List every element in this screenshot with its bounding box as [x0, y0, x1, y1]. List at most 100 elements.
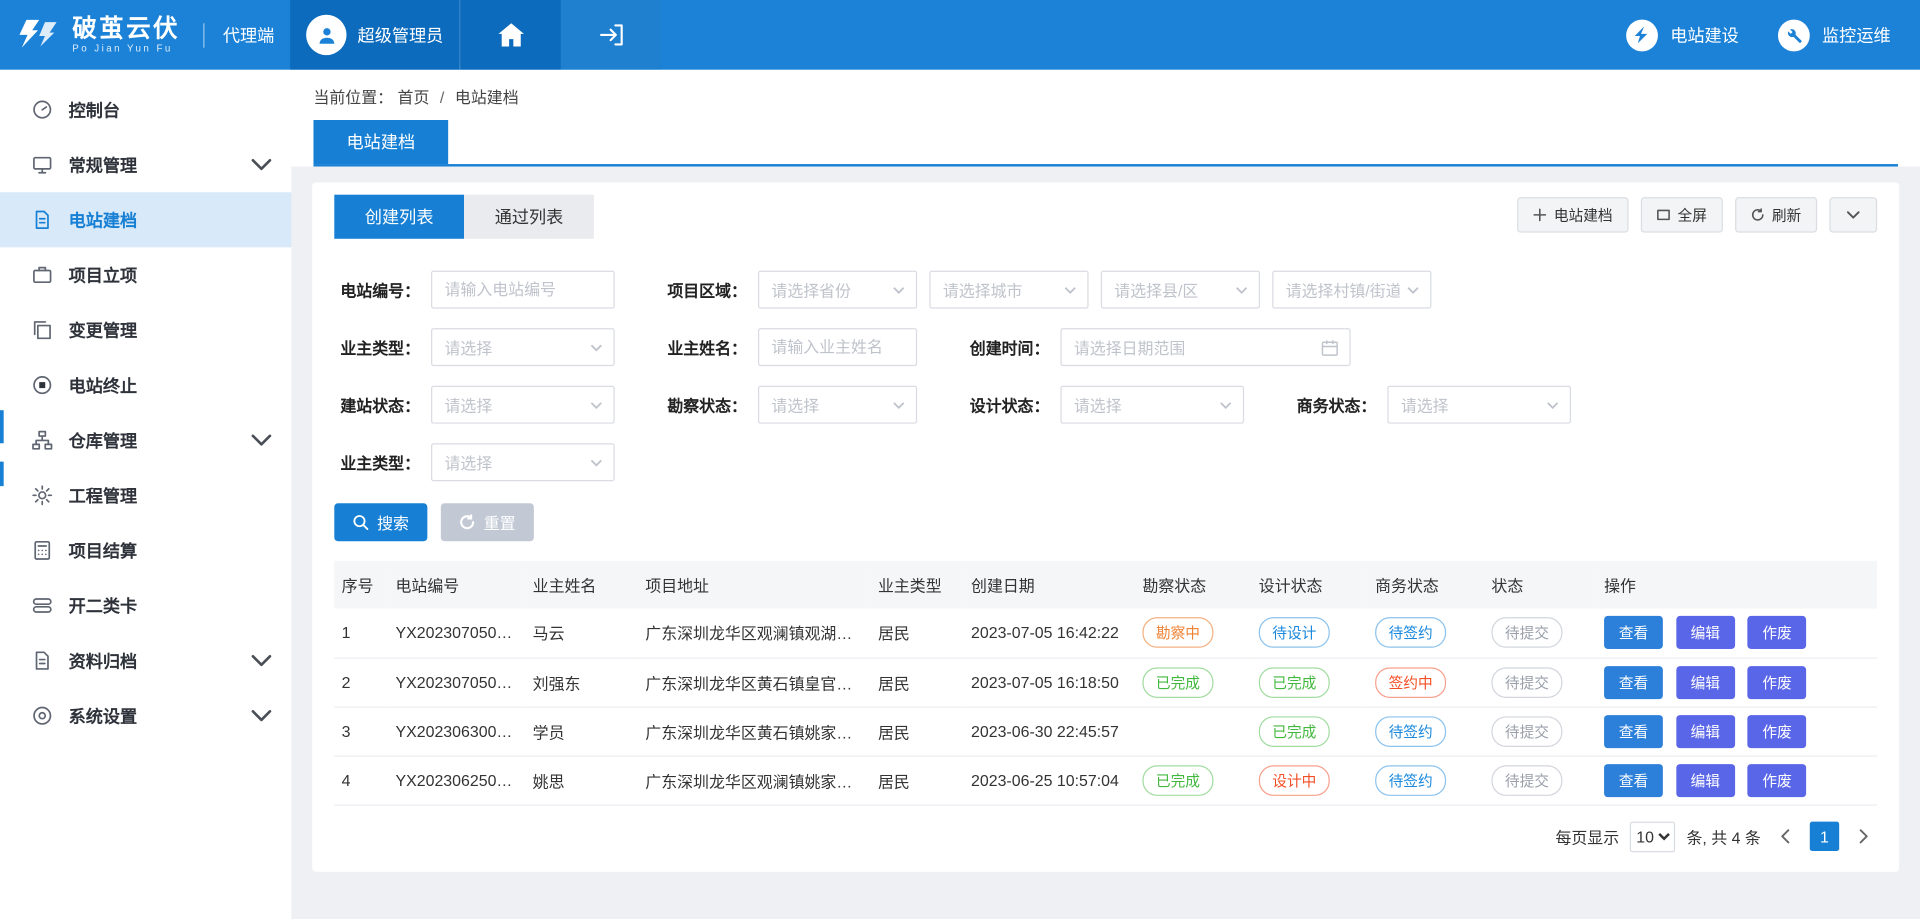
view-button[interactable]: 查看 [1604, 666, 1663, 699]
station-table: 序号 电站编号 业主姓名 项目地址 业主类型 创建日期 勘察状态 设计状态 商务… [334, 561, 1877, 805]
owner-type2-placeholder: 请选择 [444, 451, 492, 474]
build-status-select[interactable]: 请选择 [431, 386, 615, 424]
chevron-right-icon [1859, 829, 1869, 844]
status-badge: 待提交 [1491, 667, 1562, 698]
reset-icon [459, 514, 475, 530]
breadcrumb-current: 电站建档 [455, 88, 519, 106]
col-created: 创建日期 [964, 561, 1135, 609]
survey-status-label: 勘察状态： [661, 393, 747, 416]
city-select[interactable]: 请选择城市 [929, 271, 1088, 309]
sidebar-item-station-termination[interactable]: 电站终止 [0, 358, 291, 413]
station-no-input[interactable] [431, 271, 615, 309]
sidebar-item-project-initiation[interactable]: 项目立项 [0, 247, 291, 302]
sidebar-item-data-archive[interactable]: 资料归档 [0, 633, 291, 688]
void-button[interactable]: 作废 [1748, 714, 1807, 747]
table-row: 2 YX2023070500010 刘强东 广东深圳龙华区黄石镇皇官大… 居民 … [334, 658, 1877, 707]
create-station-label: 电站建档 [1554, 204, 1613, 225]
col-design: 设计状态 [1251, 561, 1367, 609]
station-no-label: 电站编号： [334, 278, 420, 301]
collapse-toolbar-button[interactable] [1829, 197, 1877, 233]
chevron-down-icon [1407, 286, 1419, 293]
void-button[interactable]: 作废 [1748, 616, 1807, 649]
town-select[interactable]: 请选择村镇/街道 [1272, 271, 1431, 309]
sidebar-item-station-filing[interactable]: 电站建档 [0, 192, 291, 247]
search-button[interactable]: 搜索 [334, 503, 427, 541]
void-button[interactable]: 作废 [1748, 666, 1807, 699]
home-button[interactable] [459, 0, 561, 70]
user-name: 超级管理员 [358, 23, 444, 47]
logo[interactable]: 破茧云伏 Po Jian Yun Fu 代理端 [0, 0, 290, 70]
breadcrumb-home[interactable]: 首页 [398, 88, 430, 106]
page-number[interactable]: 1 [1810, 822, 1839, 851]
chevron-down-icon [1547, 401, 1559, 408]
owner-type2-select[interactable]: 请选择 [431, 443, 615, 481]
sidebar-item-change-management[interactable]: 变更管理 [0, 302, 291, 357]
toolbar: 电站建档 全屏 刷新 [1517, 197, 1877, 233]
top-header: 破茧云伏 Po Jian Yun Fu 代理端 超级管理员 [0, 0, 1920, 70]
reset-button[interactable]: 重置 [441, 503, 534, 541]
void-button[interactable]: 作废 [1748, 763, 1807, 796]
status-badge: 待提交 [1491, 765, 1562, 796]
sidebar-item-project-settlement[interactable]: 项目结算 [0, 523, 291, 578]
per-page-prefix: 每页显示 [1555, 825, 1619, 848]
nav-monitoring-ops[interactable]: 监控运维 [1758, 0, 1920, 70]
sidebar-item-warehouse-management[interactable]: 仓库管理 [0, 413, 291, 468]
owner-type-select[interactable]: 请选择 [431, 328, 615, 366]
chevron-down-icon [251, 650, 272, 671]
page-tab-station-filing[interactable]: 电站建档 [313, 120, 448, 164]
sidebar-item-type2-card[interactable]: 开二类卡 [0, 578, 291, 633]
survey-status-badge: 已完成 [1142, 765, 1213, 796]
owner-name-input[interactable] [758, 328, 917, 366]
edit-button[interactable]: 编辑 [1676, 666, 1735, 699]
cell-station-no: YX2023070500010 [388, 658, 525, 707]
chevron-down-icon [590, 401, 602, 408]
fullscreen-label: 全屏 [1678, 204, 1707, 225]
view-button[interactable]: 查看 [1604, 616, 1663, 649]
district-select[interactable]: 请选择县/区 [1101, 271, 1260, 309]
table-header-row: 序号 电站编号 业主姓名 项目地址 业主类型 创建日期 勘察状态 设计状态 商务… [334, 561, 1877, 609]
date-range-placeholder: 请选择日期范围 [1074, 336, 1185, 359]
view-button[interactable]: 查看 [1604, 763, 1663, 796]
cell-created: 2023-06-30 22:45:57 [964, 707, 1135, 756]
city-placeholder: 请选择城市 [943, 278, 1023, 301]
sidebar-item-general-management[interactable]: 常规管理 [0, 137, 291, 192]
per-page-select[interactable]: 10 [1630, 821, 1675, 852]
sidebar-item-label: 常规管理 [69, 152, 138, 176]
view-button[interactable]: 查看 [1604, 714, 1663, 747]
province-placeholder: 请选择省份 [771, 278, 851, 301]
status-badge: 待提交 [1491, 716, 1562, 747]
cell-no: 1 [334, 609, 388, 658]
tab-create-list[interactable]: 创建列表 [334, 195, 464, 239]
business-status-badge: 待签约 [1375, 765, 1446, 796]
cell-owner: 学员 [525, 707, 638, 756]
next-page-button[interactable] [1850, 823, 1877, 850]
date-range-picker[interactable]: 请选择日期范围 [1060, 328, 1350, 366]
user-menu[interactable]: 超级管理员 [290, 0, 459, 70]
province-select[interactable]: 请选择省份 [758, 271, 917, 309]
create-station-button[interactable]: 电站建档 [1517, 197, 1628, 233]
logout-button[interactable] [561, 0, 661, 70]
divider [203, 23, 204, 47]
sidebar-item-engineering-management[interactable]: 工程管理 [0, 468, 291, 523]
refresh-button[interactable]: 刷新 [1735, 197, 1817, 233]
status-badge: 待提交 [1491, 617, 1562, 648]
cell-station-no: YX2023062500004 [388, 756, 525, 805]
fullscreen-button[interactable]: 全屏 [1641, 197, 1723, 233]
business-status-select[interactable]: 请选择 [1387, 386, 1571, 424]
tab-passed-list[interactable]: 通过列表 [464, 195, 594, 239]
chevron-down-icon [1220, 401, 1232, 408]
per-page-suffix: 条, 共 4 条 [1687, 825, 1761, 848]
survey-status-select[interactable]: 请选择 [758, 386, 917, 424]
sidebar-item-label: 开二类卡 [69, 593, 138, 617]
edit-button[interactable]: 编辑 [1676, 616, 1735, 649]
cell-created: 2023-07-05 16:18:50 [964, 658, 1135, 707]
nav-station-construction[interactable]: 电站建设 [1607, 0, 1759, 70]
sidebar-item-label: 变更管理 [69, 318, 138, 342]
sidebar-item-console[interactable]: 控制台 [0, 82, 291, 137]
edit-button[interactable]: 编辑 [1676, 714, 1735, 747]
design-status-select[interactable]: 请选择 [1060, 386, 1244, 424]
prev-page-button[interactable] [1772, 823, 1799, 850]
edit-button[interactable]: 编辑 [1676, 763, 1735, 796]
sidebar-item-system-settings[interactable]: 系统设置 [0, 688, 291, 743]
card-icon [32, 595, 53, 616]
